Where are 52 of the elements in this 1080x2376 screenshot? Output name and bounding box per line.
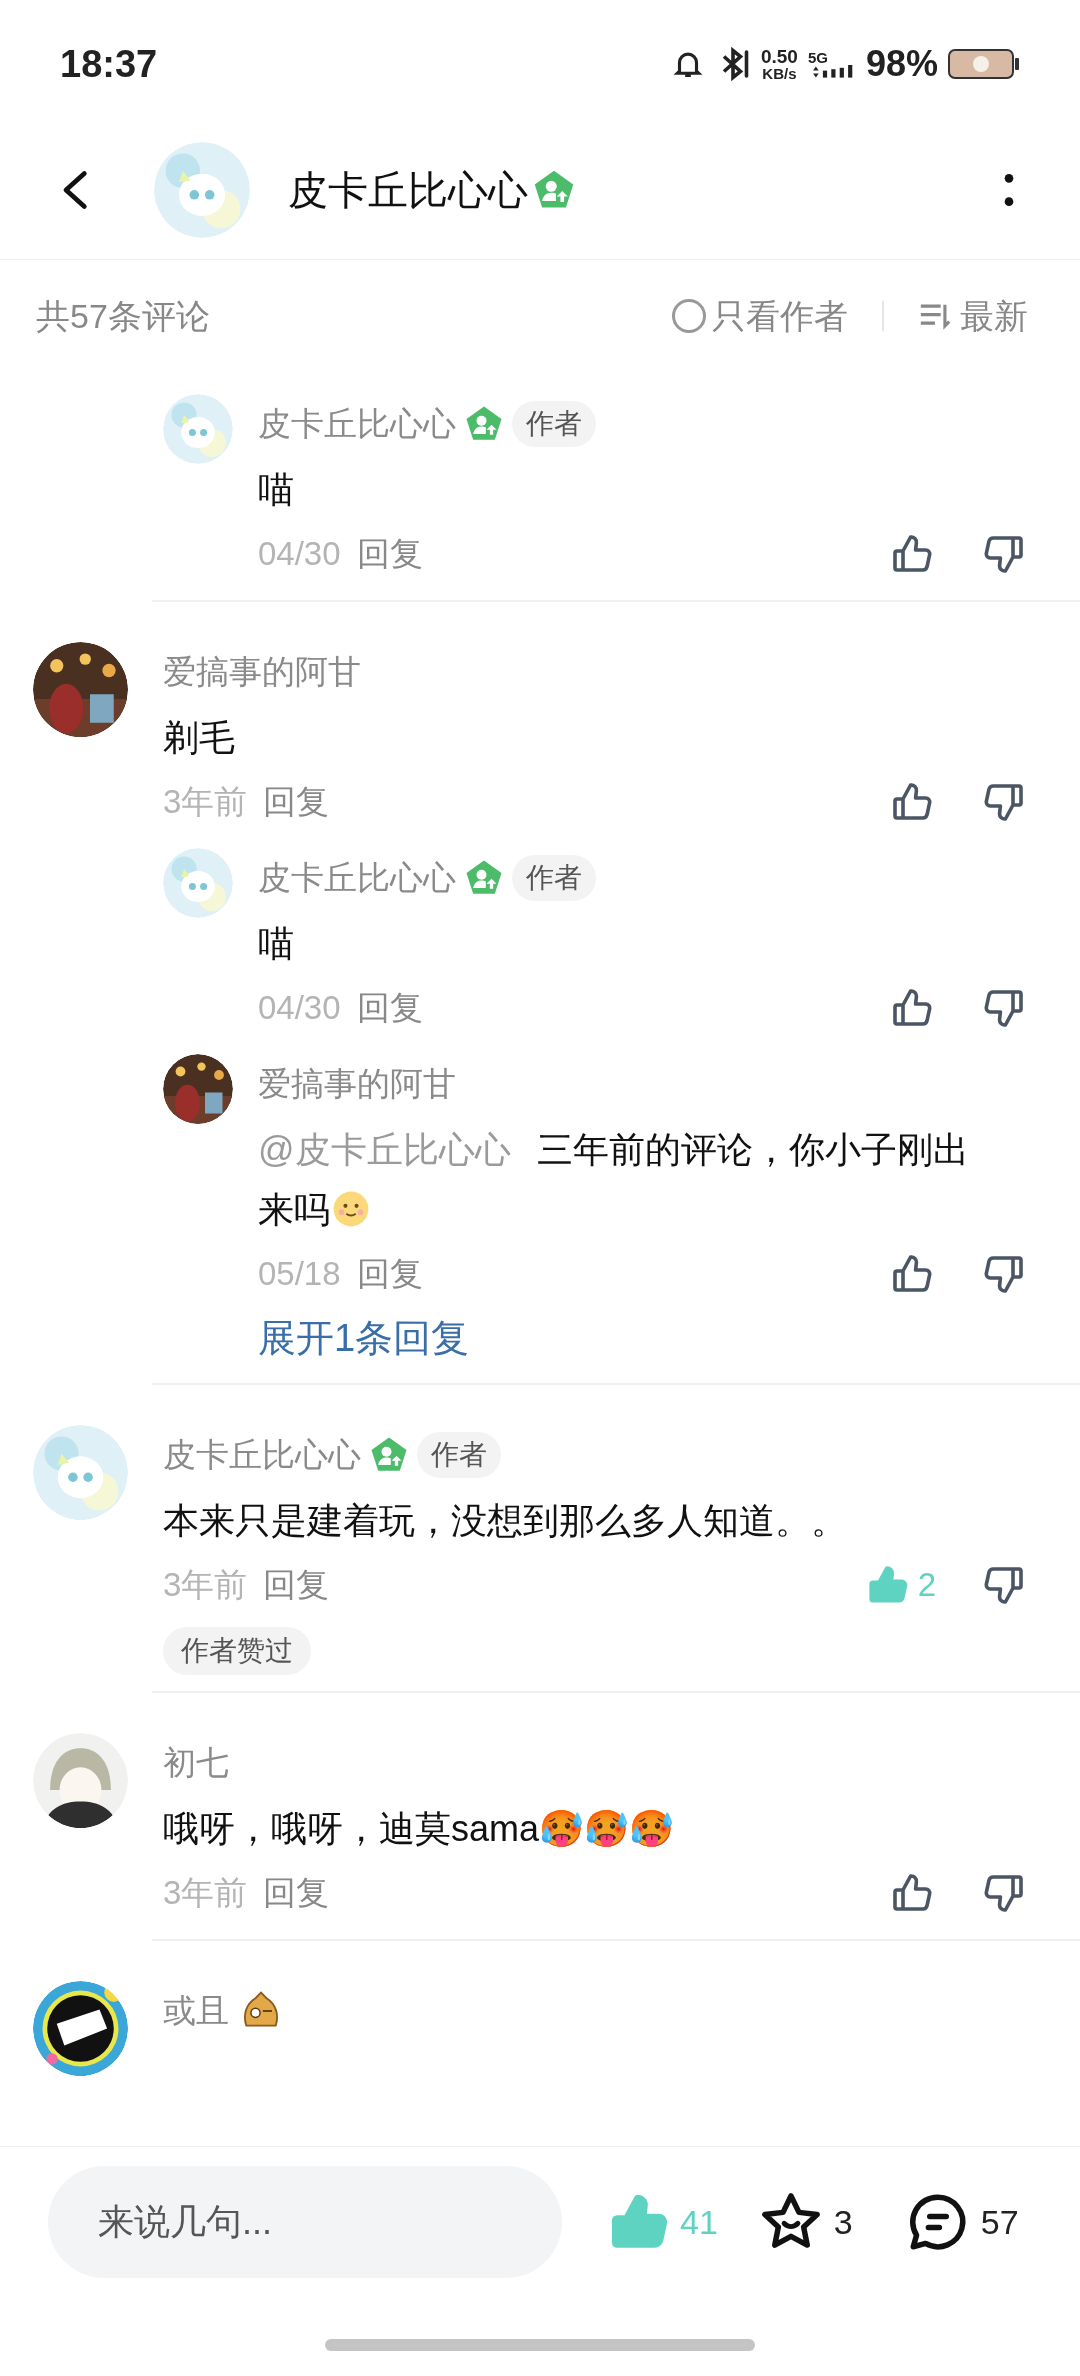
author-name[interactable]: 皮卡丘比心心 (163, 1430, 361, 1480)
comment-text: 剃毛 (163, 716, 236, 760)
like-button[interactable]: 41 (604, 2187, 718, 2257)
comment-count: 共57条评论 (36, 295, 210, 337)
comment-text: 哦呀，哦呀，迪莫sama🥵🥵🥵 (163, 1807, 676, 1851)
comment-time: 3年前 (163, 782, 248, 823)
reply-link[interactable]: 回复 (356, 1249, 423, 1299)
comments-button[interactable]: 57 (904, 2189, 1019, 2255)
reply-link[interactable]: 回复 (356, 983, 423, 1033)
favorite-button[interactable]: 3 (757, 2189, 853, 2255)
author-name[interactable]: 爱搞事的阿甘 (163, 647, 361, 697)
avatar[interactable] (33, 1733, 128, 1828)
battery-icon (948, 49, 1020, 79)
author-name[interactable]: 爱搞事的阿甘 (258, 1059, 456, 1109)
comment-input[interactable]: 来说几句... (48, 2166, 562, 2278)
mention-link[interactable]: @皮卡丘比心心 (258, 1129, 511, 1170)
comment-time: 3年前 (163, 1873, 248, 1914)
comment-time: 04/30 (258, 988, 341, 1029)
author-tag: 作者 (512, 401, 596, 447)
author-liked-tag: 作者赞过 (163, 1627, 311, 1675)
reply-link[interactable]: 回复 (263, 777, 330, 827)
author-tag: 作者 (417, 1432, 501, 1478)
author-tag: 作者 (512, 855, 596, 901)
battery-percent: 98% (865, 42, 938, 86)
network-speed: 0.50 (760, 47, 798, 66)
comment-text: @皮卡丘比心心 三年前的评论，你小子刚出来吗 (258, 1128, 970, 1232)
comment-text: 喵 (258, 468, 295, 512)
comment-time: 05/18 (258, 1254, 341, 1295)
comment-time: 3年前 (163, 1565, 248, 1606)
like-count: 2 (917, 1565, 936, 1606)
reply-link[interactable]: 回复 (263, 1560, 330, 1610)
sort-button[interactable]: 最新 (918, 290, 1028, 342)
profile-name[interactable]: 皮卡丘比心心 (288, 159, 528, 220)
like-button[interactable]: 2 (863, 1560, 936, 1610)
author-name[interactable]: 初七 (163, 1738, 229, 1788)
author-name[interactable]: 或且 (163, 1986, 229, 2036)
avatar[interactable] (33, 1981, 128, 2076)
reply-link[interactable]: 回复 (263, 1868, 330, 1918)
avatar[interactable] (163, 1054, 233, 1124)
author-name[interactable]: 皮卡丘比心心 (258, 399, 456, 449)
author-only-toggle[interactable]: 只看作者 (672, 290, 848, 342)
reply-link[interactable]: 回复 (356, 529, 423, 579)
comment-text: 本来只是建着玩，没想到那么多人知道。。 (163, 1499, 848, 1543)
like-count: 41 (680, 2201, 718, 2243)
expand-replies-link[interactable]: 展开1条回复 (258, 1310, 470, 1367)
author-name[interactable]: 皮卡丘比心心 (258, 853, 456, 903)
comment-time: 04/30 (258, 534, 341, 575)
network-type: 5G (807, 49, 829, 65)
clock: 18:37 (60, 41, 158, 87)
avatar[interactable] (33, 642, 128, 737)
comment-text: 喵 (258, 922, 295, 966)
speed-unit: KB/s (762, 66, 797, 81)
